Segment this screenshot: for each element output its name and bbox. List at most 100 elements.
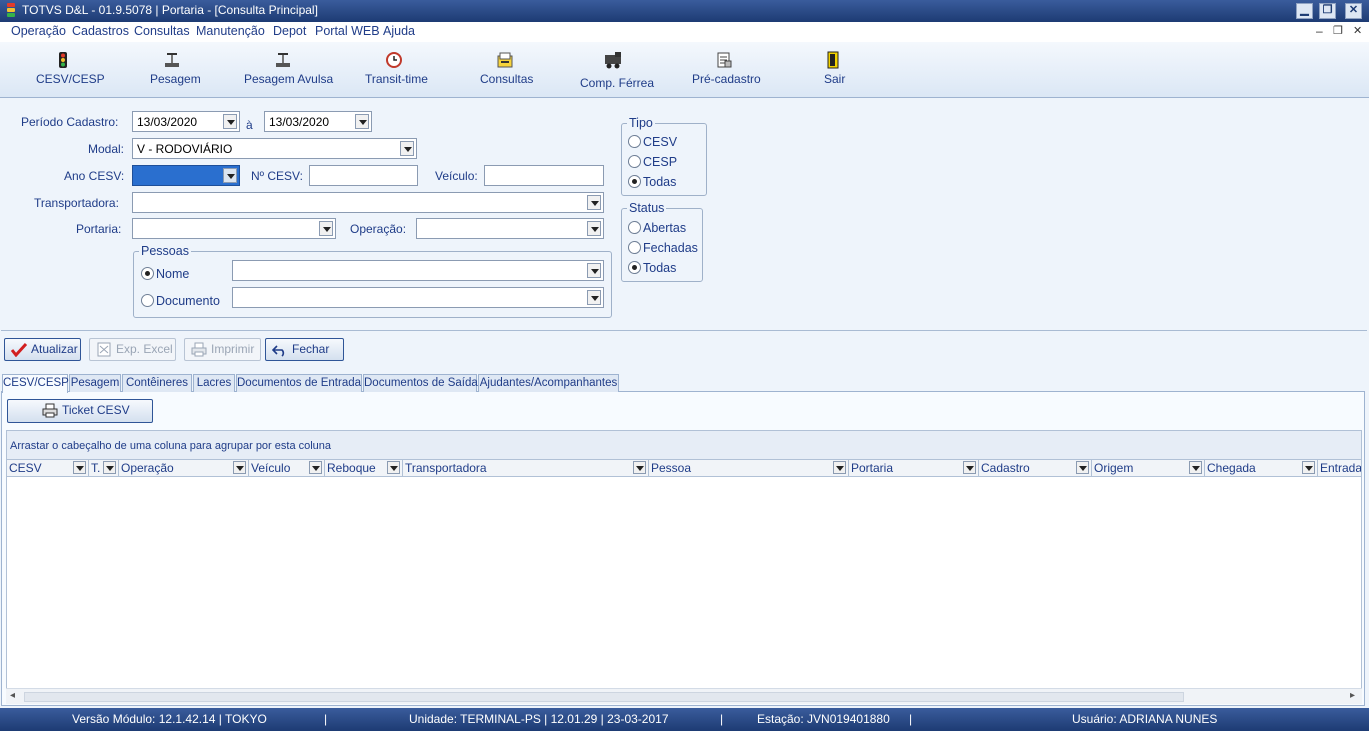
grid-header: CESV T. Operação Veículo Reboque Transpo… — [7, 459, 1361, 477]
imprimir-button[interactable]: Imprimir — [184, 338, 261, 361]
col-header-cesv[interactable]: CESV — [7, 460, 89, 477]
operacao-select[interactable] — [416, 218, 604, 239]
tipo-cesp-label[interactable]: CESP — [643, 155, 677, 169]
veiculo-input[interactable] — [484, 165, 604, 186]
col-header-transportadora[interactable]: Transportadora — [403, 460, 649, 477]
documento-radio-label[interactable]: Documento — [156, 294, 220, 308]
status-fechadas-radio[interactable] — [628, 241, 641, 254]
col-header-operacao[interactable]: Operação — [119, 460, 249, 477]
tipo-cesv-radio[interactable] — [628, 135, 641, 148]
documento-select[interactable] — [232, 287, 604, 308]
col-header-t[interactable]: T. — [89, 460, 119, 477]
toolbar-consultas[interactable]: Consultas — [470, 42, 540, 98]
filter-dropdown-icon[interactable] — [387, 461, 400, 474]
undo-arrow-icon — [272, 345, 285, 357]
menu-depot[interactable]: Depot — [273, 24, 306, 38]
col-header-veiculo[interactable]: Veículo — [249, 460, 325, 477]
chevron-down-icon[interactable] — [587, 290, 601, 305]
chevron-down-icon[interactable] — [587, 195, 601, 210]
minimize-button[interactable]: ▁ — [1296, 3, 1313, 19]
mdi-restore-button[interactable]: ❐ — [1333, 24, 1343, 37]
tipo-cesv-label[interactable]: CESV — [643, 135, 677, 149]
scroll-right-icon[interactable]: ▸ — [1350, 690, 1355, 701]
filter-dropdown-icon[interactable] — [233, 461, 246, 474]
chevron-down-icon[interactable] — [400, 141, 414, 156]
filter-dropdown-icon[interactable] — [103, 461, 116, 474]
col-header-pessoa[interactable]: Pessoa — [649, 460, 849, 477]
fechar-button[interactable]: Fechar — [265, 338, 344, 361]
tab-pesagem[interactable]: Pesagem — [69, 374, 121, 392]
mdi-minimize-button[interactable]: – — [1316, 24, 1323, 38]
periodo-inicio-field[interactable]: 13/03/2020 — [132, 111, 240, 132]
filter-dropdown-icon[interactable] — [833, 461, 846, 474]
toolbar-pre-cadastro[interactable]: Pré-cadastro — [686, 42, 762, 98]
chevron-down-icon[interactable] — [587, 263, 601, 278]
col-header-label: Reboque — [327, 461, 376, 475]
tab-cesv-cesp[interactable]: CESV/CESP — [2, 374, 69, 393]
numero-cesv-input[interactable] — [309, 165, 418, 186]
status-fechadas-label[interactable]: Fechadas — [643, 241, 698, 255]
status-abertas-label[interactable]: Abertas — [643, 221, 686, 235]
col-header-origem[interactable]: Origem — [1092, 460, 1205, 477]
chevron-down-icon[interactable] — [355, 114, 369, 129]
close-button[interactable]: ✕ — [1345, 3, 1362, 19]
toolbar-comp-ferrea[interactable]: Comp. Férrea — [572, 42, 656, 98]
filter-dropdown-icon[interactable] — [1076, 461, 1089, 474]
atualizar-button[interactable]: Atualizar — [4, 338, 81, 361]
documento-radio[interactable] — [141, 294, 154, 307]
tab-documentos-saida[interactable]: Documentos de Saída — [363, 374, 478, 392]
toolbar-transit-time[interactable]: Transit-time — [358, 42, 430, 98]
tipo-cesp-radio[interactable] — [628, 155, 641, 168]
filter-dropdown-icon[interactable] — [73, 461, 86, 474]
filter-dropdown-icon[interactable] — [1302, 461, 1315, 474]
toolbar-pesagem[interactable]: Pesagem — [136, 42, 208, 98]
toolbar-cesv-cesp[interactable]: CESV/CESP — [20, 42, 106, 98]
toolbar-pesagem-avulsa[interactable]: Pesagem Avulsa — [236, 42, 333, 98]
menu-operacao[interactable]: Operação — [11, 24, 66, 38]
exp-excel-button[interactable]: Exp. Excel — [89, 338, 176, 361]
tipo-todas-radio[interactable] — [628, 175, 641, 188]
menu-cadastros[interactable]: Cadastros — [72, 24, 129, 38]
scroll-left-icon[interactable]: ◂ — [10, 690, 15, 701]
tipo-todas-label[interactable]: Todas — [643, 175, 676, 189]
col-header-cadastro[interactable]: Cadastro — [979, 460, 1092, 477]
periodo-fim-field[interactable]: 13/03/2020 — [264, 111, 372, 132]
filter-dropdown-icon[interactable] — [963, 461, 976, 474]
chevron-down-icon[interactable] — [319, 221, 333, 236]
menu-manutencao[interactable]: Manutenção — [196, 24, 265, 38]
filter-dropdown-icon[interactable] — [1189, 461, 1202, 474]
mdi-close-button[interactable]: ✕ — [1353, 24, 1362, 37]
tab-ajudantes[interactable]: Ajudantes/Acompanhantes — [478, 374, 619, 392]
chevron-down-icon[interactable] — [223, 114, 237, 129]
status-todas-label[interactable]: Todas — [643, 261, 676, 275]
menu-portal-web[interactable]: Portal WEB — [315, 24, 380, 38]
transportadora-select[interactable] — [132, 192, 604, 213]
toolbar-sair[interactable]: Sair — [812, 42, 854, 98]
status-abertas-radio[interactable] — [628, 221, 641, 234]
ano-cesv-select[interactable] — [132, 165, 240, 186]
filter-dropdown-icon[interactable] — [309, 461, 322, 474]
chevron-down-icon[interactable] — [223, 168, 237, 183]
menu-ajuda[interactable]: Ajuda — [383, 24, 415, 38]
status-todas-radio[interactable] — [628, 261, 641, 274]
restore-button[interactable]: ❐ — [1319, 3, 1336, 19]
nome-select[interactable] — [232, 260, 604, 281]
col-header-entrada[interactable]: Entrada — [1318, 460, 1361, 477]
col-header-chegada[interactable]: Chegada — [1205, 460, 1318, 477]
ticket-cesv-button[interactable]: Ticket CESV — [7, 399, 153, 423]
modal-select[interactable]: V - RODOVIÁRIO — [132, 138, 417, 159]
chevron-down-icon[interactable] — [587, 221, 601, 236]
nome-radio[interactable] — [141, 267, 154, 280]
ticket-cesv-label: Ticket CESV — [62, 403, 130, 417]
menu-consultas[interactable]: Consultas — [134, 24, 190, 38]
col-header-portaria[interactable]: Portaria — [849, 460, 979, 477]
col-header-reboque[interactable]: Reboque — [325, 460, 403, 477]
nome-radio-label[interactable]: Nome — [156, 267, 189, 281]
horizontal-scrollbar[interactable]: ◂ ▸ — [6, 688, 1362, 704]
filter-dropdown-icon[interactable] — [633, 461, 646, 474]
tab-documentos-entrada[interactable]: Documentos de Entrada — [236, 374, 362, 392]
tab-conteineres[interactable]: Contêineres — [122, 374, 192, 392]
scroll-thumb[interactable] — [24, 692, 1184, 702]
portaria-select[interactable] — [132, 218, 336, 239]
tab-lacres[interactable]: Lacres — [193, 374, 235, 392]
